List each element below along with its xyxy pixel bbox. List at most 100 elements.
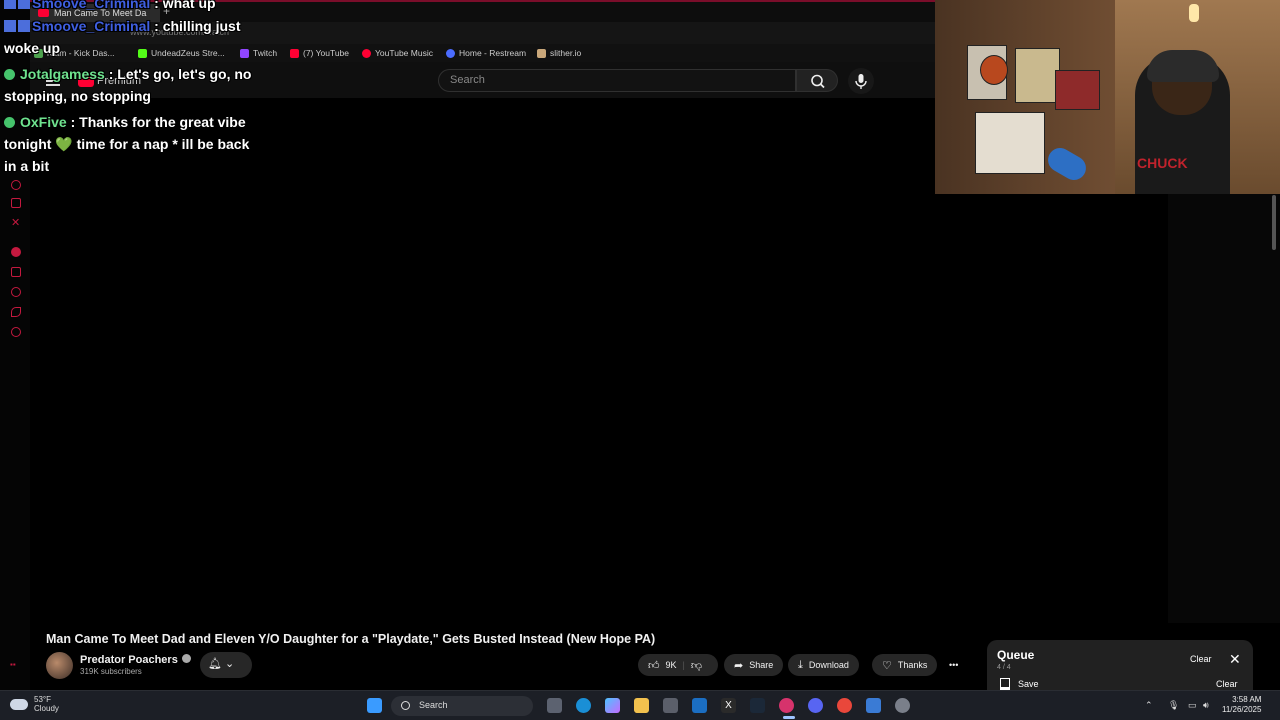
close-icon[interactable]: ✕ (1229, 651, 1241, 668)
bookmark-label: slither.io (550, 48, 582, 58)
chrome-icon[interactable] (837, 698, 852, 713)
page-scrollbar[interactable] (1272, 195, 1276, 250)
more-actions-button[interactable]: ••• (943, 654, 964, 676)
taskbar-search[interactable]: Search (391, 696, 533, 716)
chevron-down-icon: ⌄ (225, 658, 235, 670)
poster (1015, 48, 1060, 103)
windows-start-icon[interactable] (367, 698, 382, 713)
tag-icon[interactable] (11, 307, 21, 317)
notification-bell-button[interactable]: 🔔︎ ⌄ (200, 652, 252, 678)
chevron-up-icon[interactable]: ⌃ (1145, 700, 1153, 711)
mic-tray-icon[interactable]: 🎙︎ (1168, 700, 1179, 711)
search-button[interactable] (796, 69, 838, 92)
search-input[interactable]: Search (438, 69, 796, 92)
video-title: Man Came To Meet Dad and Eleven Y/O Daug… (46, 632, 656, 646)
copilot-icon[interactable] (605, 698, 620, 713)
queue-clear-secondary[interactable]: Clear (1216, 679, 1238, 689)
video-player[interactable] (130, 193, 1168, 623)
task-view-icon[interactable] (547, 698, 562, 713)
share-icon: ➦ (734, 659, 744, 672)
thanks-button[interactable]: ♡ Thanks (872, 654, 938, 676)
right-panel (1168, 193, 1280, 623)
record-icon[interactable] (11, 247, 21, 257)
share-label: Share (749, 660, 774, 670)
subscriber-badge-icon (18, 0, 30, 9)
time: 3:58 AM (1232, 695, 1262, 704)
chat-message: Jotalgamess : Let's go, let's go, no sto… (4, 63, 264, 107)
chat-text: : what up (154, 0, 216, 11)
queue-save-button[interactable]: Save (1000, 678, 1039, 690)
desk-microphone (1043, 143, 1091, 185)
stream-logo-icon: ▪▪ (10, 660, 16, 669)
channel-name[interactable]: Predator Poachers (80, 654, 178, 666)
channel-name-row[interactable]: Predator Poachers (80, 654, 191, 666)
x-icon[interactable]: ✕ (11, 218, 21, 229)
chat-message: Smoove_Criminal : chilling just woke up (4, 15, 264, 59)
streamer-cap (1147, 50, 1219, 82)
settings-gear-icon[interactable] (895, 698, 910, 713)
steam-icon[interactable] (750, 698, 765, 713)
clock-icon[interactable] (11, 287, 21, 297)
youtube-music-icon (362, 48, 371, 58)
discord-icon[interactable] (808, 698, 823, 713)
bookmark-label: (7) YouTube (303, 48, 349, 58)
obs-icon[interactable] (779, 698, 794, 713)
like-divider: | (682, 660, 685, 670)
voice-search-button[interactable] (848, 68, 874, 94)
green-heart-emoji: 💚 (55, 136, 73, 152)
verified-badge-icon (4, 69, 15, 80)
poster (1055, 70, 1100, 110)
chat-username: Jotalgamess (20, 66, 105, 82)
discord-badge-icon (4, 20, 16, 32)
chat-username: Smoove_Criminal (32, 18, 151, 34)
taskbar-clock[interactable]: 3:58 AM 11/26/2025 (1222, 695, 1261, 715)
window-app-icon[interactable] (866, 698, 881, 713)
download-button[interactable]: ⤓ Download (788, 654, 859, 676)
store-icon[interactable] (663, 698, 678, 713)
bookmark-slither[interactable]: slither.io (537, 48, 581, 58)
cloud-icon (10, 698, 28, 710)
file-explorer-icon[interactable] (634, 698, 649, 713)
queue-clear-button[interactable]: Clear (1190, 654, 1212, 664)
edge-icon[interactable] (576, 698, 591, 713)
thanks-icon: ♡ (882, 659, 892, 672)
bookmark-label: YouTube Music (375, 48, 433, 58)
verified-icon (181, 654, 191, 663)
weather-widget[interactable]: 53°F Cloudy (10, 695, 59, 713)
download-label: Download (808, 660, 849, 670)
bookmark-label: Home - Restream (459, 48, 527, 58)
stream-icon[interactable] (11, 180, 21, 190)
save-label: Save (1018, 679, 1039, 689)
settings-icon[interactable] (11, 327, 21, 337)
chat-username: OxFive (20, 114, 67, 130)
active-app-indicator (783, 716, 795, 719)
calendar-icon[interactable] (11, 267, 21, 277)
bookmark-youtube-music[interactable]: YouTube Music (362, 48, 433, 58)
subscriber-badge-icon (18, 20, 30, 32)
queue-count: 4 / 4 (997, 664, 1011, 671)
more-icon: ••• (949, 660, 959, 670)
volume-icon[interactable]: 🔊︎ (1203, 700, 1209, 711)
download-icon: ⤓ (798, 658, 803, 671)
like-button[interactable]: 👍︎ 9K | 👎︎ (638, 654, 718, 676)
bell-icon: 🔔︎ (208, 658, 222, 670)
x-app-icon[interactable]: X (721, 698, 736, 713)
lamp-light (1189, 4, 1199, 22)
like-count: 9K (665, 660, 677, 670)
outlook-icon[interactable] (692, 698, 707, 713)
shirt-text: CHUCK (1137, 155, 1188, 171)
thumbs-up-icon: 👍︎ (648, 659, 660, 672)
youtube-icon (290, 48, 299, 58)
channel-avatar[interactable] (46, 652, 73, 679)
weather-text: 53°F Cloudy (34, 695, 59, 713)
bookmark-restream[interactable]: Home - Restream (446, 48, 526, 58)
bookmark-youtube[interactable]: (7) YouTube (290, 48, 349, 58)
thanks-label: Thanks (897, 660, 928, 670)
twitch-icon[interactable] (11, 198, 21, 208)
chat-message: Smoove_Criminal : what up (4, 0, 264, 14)
queue-title: Queue (997, 648, 1035, 662)
network-icon[interactable]: ▭ (1188, 700, 1197, 711)
bookmark-icon (1000, 678, 1010, 690)
subscriber-count: 319K subscribers (80, 667, 142, 676)
share-button[interactable]: ➦ Share (724, 654, 784, 676)
